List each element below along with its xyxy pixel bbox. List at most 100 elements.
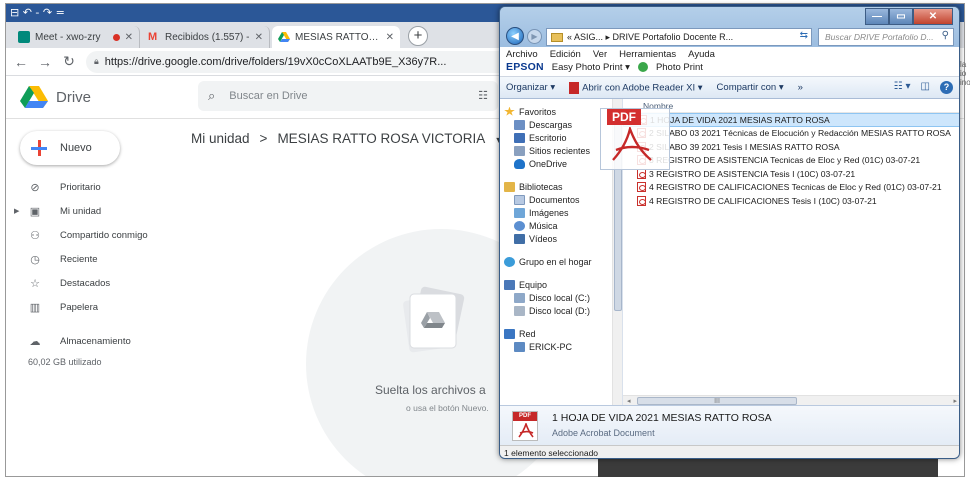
close-tab-icon[interactable]: ✕ — [386, 32, 394, 43]
maximize-button[interactable]: ▭ — [889, 8, 913, 25]
drive-logo-icon[interactable] — [20, 85, 48, 109]
view-options-icon[interactable]: ☷ ▾ — [894, 81, 911, 94]
nav-disco-d[interactable]: Disco local (D:) — [500, 304, 622, 317]
pictures-icon — [514, 207, 525, 218]
nav-documentos[interactable]: Documentos — [500, 193, 622, 206]
share-button[interactable]: Compartir con ▾ — [717, 82, 784, 93]
sidebar-item-starred[interactable]: ☆ Destacados — [6, 271, 191, 295]
file-row[interactable]: 4 REGISTRO DE CALIFICACIONES Tecnicas de… — [623, 181, 959, 195]
help-icon[interactable]: ? — [940, 81, 953, 94]
scroll-left-icon[interactable]: ◂ — [627, 397, 631, 405]
nav-grupo-hogar[interactable]: Grupo en el hogar — [500, 255, 622, 268]
back-arrow-icon[interactable]: ← — [14, 54, 28, 70]
pdf-file-icon: PDF — [512, 411, 538, 441]
nav-label: Sitios recientes — [529, 145, 591, 156]
new-tab-button[interactable]: + — [408, 26, 428, 46]
recording-dot-icon — [112, 33, 120, 41]
sidebar-item-recent[interactable]: ◷ Reciente — [6, 247, 191, 271]
refresh-icon[interactable]: ⇆ — [800, 30, 808, 41]
scrollbar-thumb[interactable]: III — [637, 397, 797, 405]
address-bar[interactable]: 🔒︎ https://drive.google.com/drive/folder… — [86, 50, 556, 73]
expand-arrow-icon[interactable]: ▶ — [14, 207, 19, 215]
nav-label: Red — [519, 328, 536, 339]
nav-imagenes[interactable]: Imágenes — [500, 206, 622, 219]
scroll-right-icon[interactable]: ▸ — [953, 397, 957, 405]
explorer-address-bar[interactable]: « ASIG... ▸ DRIVE Portafolio Docente R..… — [546, 28, 812, 46]
sidebar-item-label: Prioritario — [60, 181, 101, 193]
tab-gmail[interactable]: M Recibidos (1.557) - ✕ — [142, 26, 270, 48]
meet-icon — [18, 31, 30, 43]
music-icon — [514, 220, 525, 231]
pdf-file-icon — [637, 168, 646, 179]
more-commands-button[interactable]: » — [798, 82, 803, 93]
sidebar-item-trash[interactable]: ▥ Papelera — [6, 295, 191, 319]
horizontal-scrollbar[interactable]: ◂ III ▸ — [623, 395, 959, 405]
nav-equipo[interactable]: Equipo — [500, 278, 622, 291]
nav-red[interactable]: Red — [500, 327, 622, 340]
drive-search-input[interactable]: ⌕ Buscar en Drive ☷ — [198, 81, 498, 111]
file-row[interactable]: 3 REGISTRO DE ASISTENCIA Tesis I (10C) 0… — [623, 167, 959, 181]
trash-icon: ▥ — [29, 301, 41, 314]
explorer-search-input[interactable]: Buscar DRIVE Portafolio D... ⚲ — [818, 28, 954, 46]
close-button[interactable]: ✕ — [913, 8, 953, 25]
new-button[interactable]: Nuevo — [20, 131, 120, 165]
desktop-icon — [514, 132, 525, 143]
search-placeholder: Buscar DRIVE Portafolio D... — [825, 32, 934, 42]
menu-ver[interactable]: Ver — [593, 49, 607, 60]
tab-meet[interactable]: Meet - xwo-zry ✕ — [12, 26, 140, 48]
plus-icon — [30, 139, 48, 157]
background-window-strip — [598, 458, 938, 477]
sidebar-item-shared[interactable]: ⚇ Compartido conmigo — [6, 223, 191, 247]
nav-musica[interactable]: Música — [500, 219, 622, 232]
explorer-titlebar: — ▭ ✕ ◀ ▶ « ASIG... ▸ DRIVE Portafolio D… — [500, 7, 959, 47]
drive-app-name: Drive — [56, 88, 92, 106]
details-pane: PDF 1 HOJA DE VIDA 2021 MESIAS RATTO ROS… — [500, 405, 959, 445]
breadcrumb-current[interactable]: MESIAS RATTO ROSA VICTORIA — [277, 131, 484, 146]
nav-label: Escritorio — [529, 132, 567, 143]
drive-icon — [278, 31, 290, 43]
file-row[interactable]: 2 SILABO 03 2021 Técnicas de Elocución y… — [623, 127, 959, 141]
file-name: 4 REGISTRO DE CALIFICACIONES Tecnicas de… — [649, 182, 942, 193]
pdf-badge: PDF — [513, 412, 537, 421]
close-tab-icon[interactable]: ✕ — [125, 32, 133, 43]
open-with-label: Abrir con Adobe Reader XI ▾ — [582, 82, 703, 94]
file-row[interactable]: 3 REGISTRO DE ASISTENCIA Tecnicas de Elo… — [623, 154, 959, 168]
menu-ayuda[interactable]: Ayuda — [688, 49, 715, 60]
file-row[interactable]: 2 SILABO 39 2021 Tesis I MESIAS RATTO RO… — [623, 140, 959, 154]
breadcrumb: Mi unidad>MESIAS RATTO ROSA VICTORIA ▾ — [191, 131, 501, 146]
menu-herramientas[interactable]: Herramientas — [619, 49, 676, 60]
sidebar-item-storage[interactable]: ☁ Almacenamiento — [6, 329, 191, 353]
search-icon: ⌕ — [208, 88, 216, 103]
forward-arrow-icon[interactable]: ▶ — [527, 29, 542, 44]
minimize-button[interactable]: — — [865, 8, 889, 25]
nav-disco-c[interactable]: Disco local (C:) — [500, 291, 622, 304]
organize-button[interactable]: Organizar ▾ — [506, 82, 555, 93]
sidebar-item-my-drive[interactable]: ▶ ▣ Mi unidad — [6, 199, 191, 223]
quick-access-toolbar[interactable]: ⊟ ↶ - ↷ = — [10, 4, 65, 22]
menu-archivo[interactable]: Archivo — [506, 49, 538, 60]
breadcrumb-root[interactable]: Mi unidad — [191, 131, 250, 146]
check-circle-icon: ⊘ — [30, 181, 40, 194]
star-icon: ☆ — [30, 277, 40, 290]
file-row[interactable]: 1 HOJA DE VIDA 2021 MESIAS RATTO ROSA — [623, 113, 959, 127]
filter-options-icon[interactable]: ☷ — [478, 89, 488, 102]
menu-edicion[interactable]: Edición — [550, 49, 581, 60]
reload-icon[interactable]: ↻ — [62, 53, 76, 70]
search-icon[interactable]: ⚲ — [942, 30, 949, 41]
preview-pane-icon[interactable]: ◫ — [921, 81, 930, 94]
tab-drive[interactable]: MESIAS RATTO ROS ✕ — [272, 26, 400, 48]
back-arrow-icon[interactable]: ◀ — [506, 27, 524, 45]
pdf-file-icon — [637, 182, 646, 193]
forward-arrow-icon[interactable]: → — [38, 54, 52, 70]
close-tab-icon[interactable]: ✕ — [255, 32, 263, 43]
homegroup-icon — [504, 256, 515, 267]
file-row[interactable]: 4 REGISTRO DE CALIFICACIONES Tesis I (10… — [623, 194, 959, 208]
open-with-button[interactable]: Abrir con Adobe Reader XI ▾ — [569, 81, 703, 94]
nav-erick-pc[interactable]: ERICK-PC — [500, 340, 622, 353]
easy-photo-print-button[interactable]: Easy Photo Print ▾ — [552, 62, 630, 73]
nav-bibliotecas[interactable]: Bibliotecas — [500, 180, 622, 193]
column-header-name[interactable]: Nombre — [623, 99, 959, 113]
sidebar-item-priority[interactable]: ⊘ Prioritario — [6, 175, 191, 199]
nav-videos[interactable]: Vídeos — [500, 232, 622, 245]
photo-print-button[interactable]: Photo Print — [656, 62, 703, 73]
